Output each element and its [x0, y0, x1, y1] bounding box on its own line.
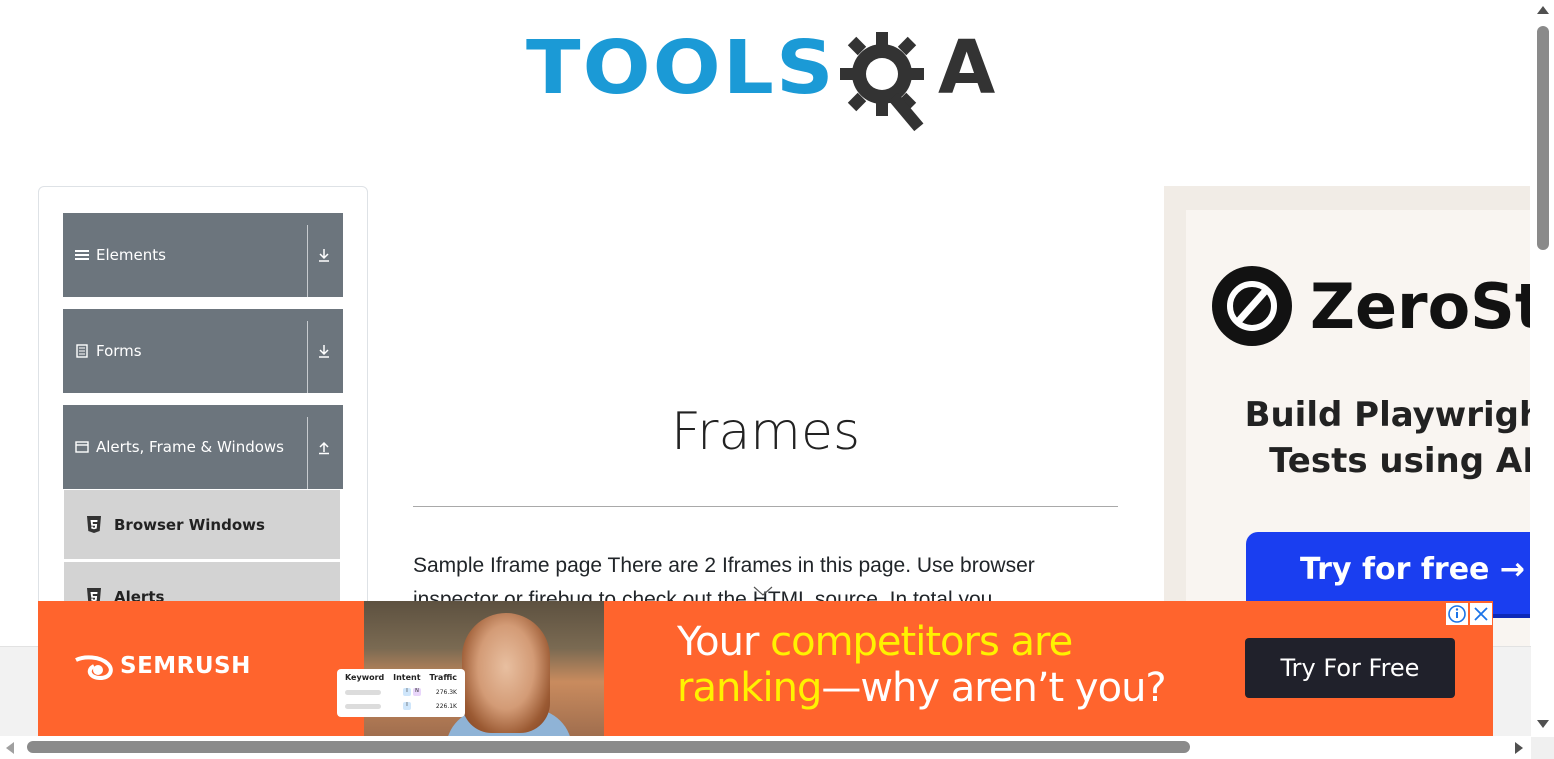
keyword-col: Keyword: [345, 673, 385, 682]
ad-headline: Your competitors are ranking—why aren’t …: [677, 619, 1167, 711]
headline-part: —why aren’t you?: [821, 665, 1166, 711]
headline-highlight: competitors are: [770, 619, 1073, 665]
keyword-row: I N 276.3K: [345, 688, 457, 696]
download-arrow-icon: [319, 345, 329, 358]
divider: [307, 321, 308, 393]
keyword-placeholder-bar: [345, 689, 381, 695]
close-icon[interactable]: [1470, 603, 1492, 625]
toolsqa-logo[interactable]: TOOLS A: [526, 22, 1012, 136]
intent-badge: I: [403, 702, 411, 710]
divider: [413, 506, 1118, 507]
sidebar-group-label: Forms: [96, 342, 142, 360]
keyword-card: Keyword Intent Traffic I N 276.3K I 226.…: [337, 669, 465, 717]
sidebar-item-browser-windows[interactable]: Browser Windows: [64, 490, 340, 560]
zerostep-logo-icon: [1212, 266, 1292, 346]
ad-info-icon[interactable]: [1446, 603, 1468, 625]
horizontal-scrollbar-thumb[interactable]: [27, 741, 1190, 753]
traffic-col: Traffic: [429, 673, 457, 682]
traffic-value: 276.3K: [435, 688, 457, 696]
divider: [307, 225, 308, 297]
page-title: Frames: [670, 402, 861, 462]
scroll-down-icon[interactable]: [1536, 719, 1550, 729]
window-icon: [75, 441, 89, 453]
traffic-value: 226.1K: [435, 702, 457, 710]
intent-badge: N: [413, 688, 421, 696]
divider: [307, 417, 308, 489]
scrollbar-corner: [1531, 737, 1554, 759]
document-icon: [76, 344, 88, 358]
hamburger-icon: [75, 250, 89, 260]
sidebar-group-forms[interactable]: Forms: [63, 309, 343, 393]
ad-brand: ZeroStep: [1310, 270, 1530, 343]
keyword-card-header: Keyword Intent Traffic: [345, 673, 457, 682]
logo-text-tools: TOOLS: [526, 25, 836, 111]
headline-highlight: ranking: [677, 665, 822, 711]
zerostep-ad[interactable]: ZeroStep Build Playwright Tests using AI…: [1164, 186, 1530, 646]
ad-brand: SEMRUSH: [120, 653, 251, 679]
upload-arrow-icon: [319, 441, 329, 455]
sidebar-group-alerts-frame-windows[interactable]: Alerts, Frame & Windows: [63, 405, 343, 489]
keyword-placeholder-bar: [345, 703, 381, 709]
semrush-banner-ad[interactable]: SEMRUSH Keyword Intent Traffic I N 276.3…: [38, 601, 1493, 736]
logo-text-a: A: [938, 25, 996, 111]
scroll-up-icon[interactable]: [1536, 5, 1550, 15]
sidebar-panel: Elements Forms Alerts, Frame & Windows B…: [38, 186, 368, 656]
semrush-logo-icon: [75, 655, 113, 680]
sidebar-item-label: Browser Windows: [114, 515, 265, 534]
vertical-scrollbar-thumb[interactable]: [1537, 26, 1549, 250]
intent-badge: I: [403, 688, 411, 696]
sidebar-group-label: Elements: [96, 246, 166, 264]
photo-person: [462, 613, 550, 733]
html5-icon: [87, 515, 101, 533]
intent-col: Intent: [393, 673, 421, 682]
keyword-row: I 226.1K: [345, 702, 457, 710]
headline-part: Your: [677, 619, 771, 665]
try-for-free-button[interactable]: Try For Free: [1245, 638, 1455, 698]
download-arrow-icon: [319, 249, 329, 262]
ad-headline: Build Playwright Tests using AI: [1244, 395, 1530, 481]
scroll-right-icon[interactable]: [1514, 741, 1524, 755]
scroll-left-icon[interactable]: [5, 741, 15, 755]
chevron-down-icon[interactable]: [752, 584, 774, 598]
sidebar-group-elements[interactable]: Elements: [63, 213, 343, 297]
sidebar-group-label: Alerts, Frame & Windows: [96, 438, 284, 456]
gear-q-icon: [840, 32, 924, 132]
